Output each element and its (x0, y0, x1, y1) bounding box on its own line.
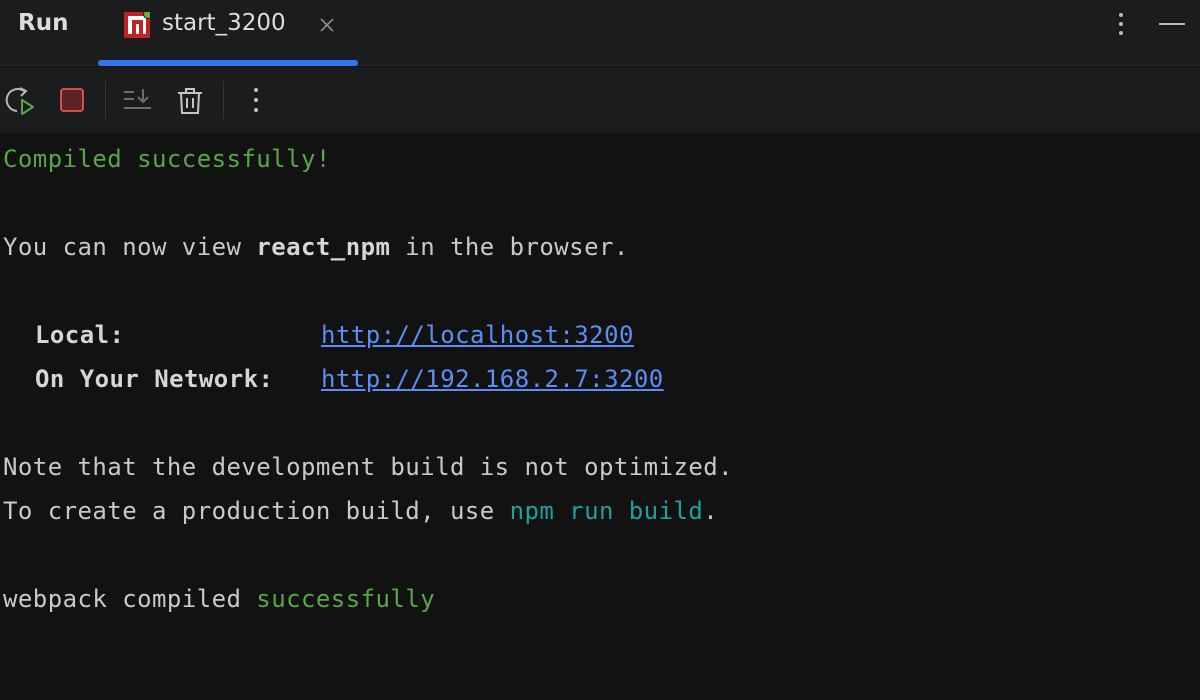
rerun-icon[interactable] (4, 84, 36, 116)
npm-icon (124, 9, 153, 38)
compiled-message: Compiled successfully! (3, 145, 331, 173)
stop-icon[interactable] (56, 84, 88, 116)
toolbar-divider (223, 81, 224, 119)
more-options-icon[interactable] (1106, 10, 1136, 40)
network-url-link[interactable]: http://192.168.2.7:3200 (321, 363, 664, 395)
view-suffix: in the browser. (390, 233, 629, 261)
console-output[interactable]: Compiled successfully! You can now view … (0, 133, 1200, 700)
close-icon[interactable] (318, 16, 336, 34)
prod-prefix: To create a production build, use (3, 497, 510, 525)
run-tool-window-header: Run start_3200 (0, 0, 1200, 66)
npm-run-build-command: npm run build (509, 497, 704, 525)
local-url-link[interactable]: http://localhost:3200 (321, 319, 634, 351)
minimize-icon[interactable] (1157, 10, 1187, 40)
view-message: You can now view react_npm in the browse… (3, 231, 629, 263)
view-prefix: You can now view (3, 233, 257, 261)
app-name: react_npm (256, 233, 391, 261)
note-message: Note that the development build is not o… (3, 453, 734, 481)
scroll-to-end-icon[interactable] (121, 84, 153, 116)
production-build-message: To create a production build, use npm ru… (3, 495, 718, 527)
more-icon[interactable] (240, 84, 272, 116)
tab-start-3200[interactable]: start_3200 (98, 0, 358, 66)
clear-all-icon[interactable] (174, 84, 206, 116)
webpack-status: successfully (256, 585, 436, 613)
network-label: On Your Network: (35, 365, 274, 393)
run-toolbar (0, 67, 1200, 133)
tab-label: start_3200 (162, 10, 286, 36)
active-tab-indicator (98, 60, 358, 66)
local-label: Local: (35, 321, 125, 349)
toolbar-divider (105, 81, 106, 119)
webpack-prefix: webpack compiled (3, 585, 257, 613)
prod-suffix: . (703, 497, 719, 525)
webpack-message: webpack compiled successfully (3, 583, 435, 615)
tool-window-title: Run (18, 10, 69, 36)
